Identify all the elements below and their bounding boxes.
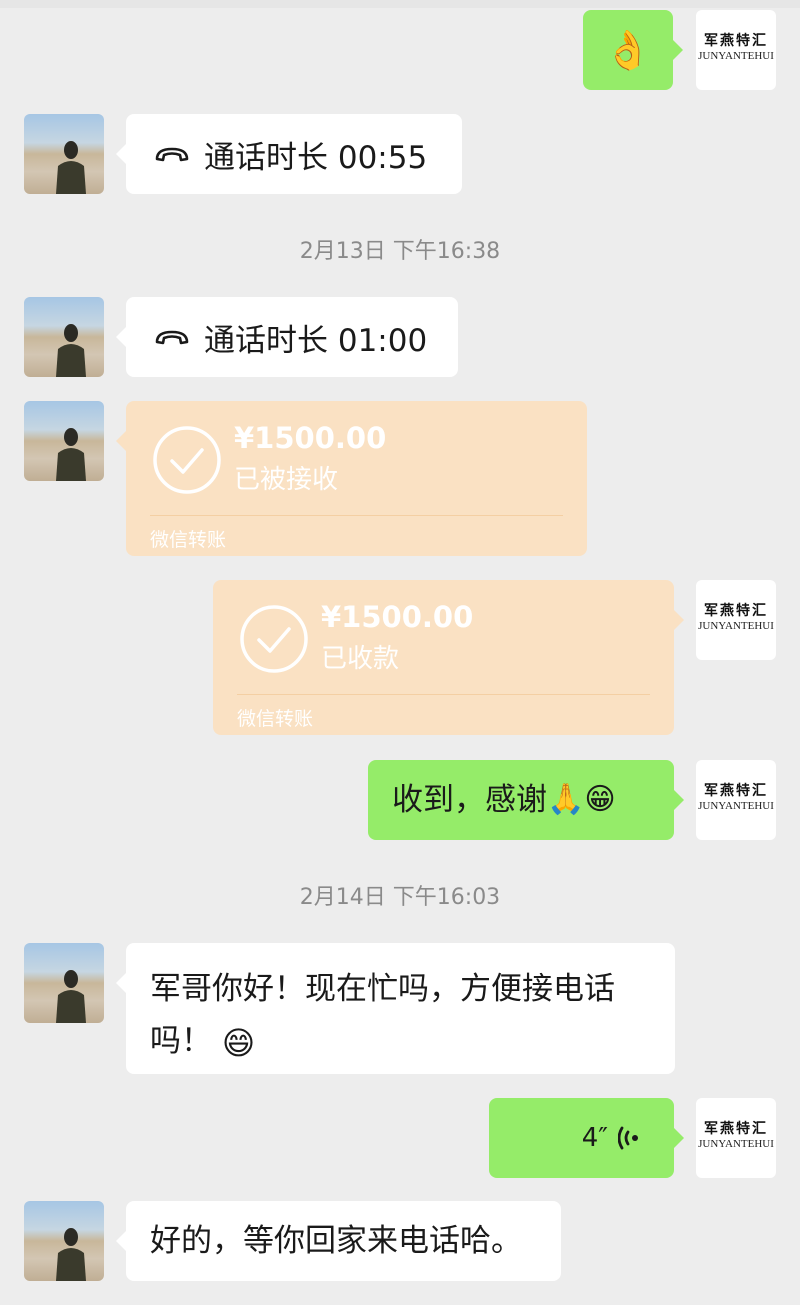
person-silhouette-icon (56, 1228, 86, 1281)
call-duration-label: 通话时长 01:00 (204, 322, 428, 359)
transfer-status: 已收款 (321, 644, 400, 674)
contact-avatar[interactable] (24, 297, 104, 377)
timestamp: 2月13日 下午16:38 (299, 239, 501, 264)
contact-avatar[interactable] (24, 114, 104, 194)
message-text: 军哥你好！现在忙吗，方便接电话吗！ (150, 971, 615, 1059)
person-silhouette-icon (56, 428, 86, 481)
grin-emoji: 😁 (584, 782, 616, 817)
ok-hand-emoji: 👌 (604, 28, 652, 72)
check-circle-icon (240, 605, 308, 673)
message-reply[interactable]: 好的，等你回家来电话哈。 (116, 1201, 561, 1281)
person-silhouette-icon (56, 324, 86, 377)
message-text: 好的，等你回家来电话哈。 (150, 1222, 522, 1259)
check-circle-icon (153, 426, 221, 494)
transfer-amount: ¥1500.00 (234, 421, 387, 455)
transfer-status: 已被接收 (234, 465, 339, 495)
contact-avatar[interactable] (24, 1201, 104, 1281)
phone-hangup-icon (155, 330, 189, 345)
logo-chinese-text: 军燕特汇 (704, 603, 768, 619)
message-ok-emoji[interactable]: 👌 (583, 10, 683, 90)
call-duration-label: 通话时长 00:55 (204, 139, 428, 176)
message-text: 收到，感谢 (392, 781, 547, 818)
top-divider (0, 0, 800, 8)
message-ask[interactable]: 军哥你好！现在忙吗，方便接电话吗！ 😄 (116, 943, 675, 1074)
smile-emoji: 😄 (221, 1023, 256, 1062)
transfer-divider (150, 515, 563, 516)
logo-english-text: JUNYANTEHUI (698, 800, 774, 812)
self-avatar[interactable]: 军燕特汇 JUNYANTEHUI (696, 760, 776, 840)
call-record-bubble[interactable]: 通话时长 01:00 (116, 297, 458, 377)
logo-chinese-text: 军燕特汇 (704, 33, 768, 49)
logo-english-text: JUNYANTEHUI (698, 620, 774, 632)
transfer-label: 微信转账 (237, 708, 314, 730)
voice-message[interactable]: 4″ (489, 1098, 684, 1178)
call-record-bubble[interactable]: 通话时长 00:55 (116, 114, 462, 194)
logo-english-text: JUNYANTEHUI (698, 50, 774, 62)
transfer-label: 微信转账 (150, 529, 227, 551)
person-silhouette-icon (56, 141, 86, 194)
phone-hangup-icon (155, 147, 189, 162)
self-avatar[interactable]: 军燕特汇 JUNYANTEHUI (696, 580, 776, 660)
pray-emoji: 🙏 (547, 782, 585, 817)
logo-english-text: JUNYANTEHUI (698, 1138, 774, 1150)
timestamp: 2月14日 下午16:03 (299, 885, 501, 910)
transfer-amount: ¥1500.00 (321, 600, 474, 634)
voice-duration: 4″ (581, 1123, 608, 1153)
self-avatar[interactable]: 军燕特汇 JUNYANTEHUI (696, 10, 776, 90)
person-silhouette-icon (56, 970, 86, 1023)
transfer-divider (237, 694, 650, 695)
message-thanks[interactable]: 收到，感谢 🙏 😁 (368, 760, 684, 840)
self-avatar[interactable]: 军燕特汇 JUNYANTEHUI (696, 1098, 776, 1178)
logo-chinese-text: 军燕特汇 (704, 1121, 768, 1137)
logo-chinese-text: 军燕特汇 (704, 783, 768, 799)
transfer-card[interactable]: ¥1500.00 已被接收 微信转账 (116, 401, 587, 556)
contact-avatar[interactable] (24, 943, 104, 1023)
transfer-card[interactable]: ¥1500.00 已收款 微信转账 (213, 580, 684, 735)
voice-wave-icon (618, 1126, 638, 1150)
contact-avatar[interactable] (24, 401, 104, 481)
